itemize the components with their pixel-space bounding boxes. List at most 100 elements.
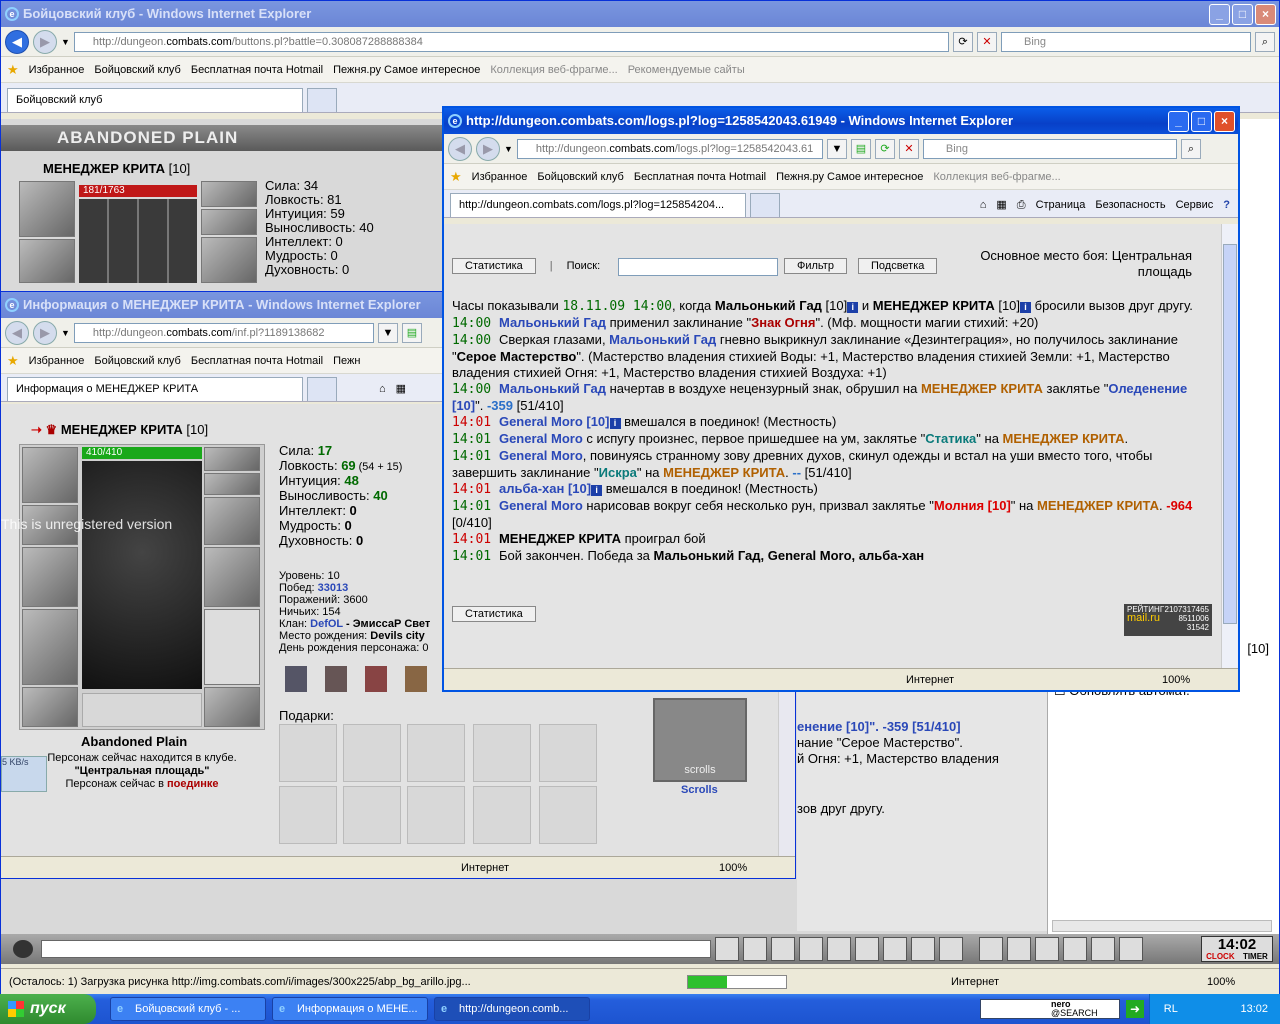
refresh-button[interactable]: ⟳ <box>953 31 973 52</box>
boots-slot[interactable] <box>204 687 260 727</box>
search-box[interactable]: Bing <box>1001 31 1251 52</box>
compat-view-icon[interactable]: ▤ <box>401 322 422 343</box>
home-icon[interactable]: ⌂ <box>379 377 386 401</box>
chat-clear-icon[interactable] <box>743 937 767 961</box>
new-tab-button[interactable] <box>307 88 337 112</box>
back-button[interactable]: ◀ <box>448 136 472 161</box>
new-tab-button[interactable] <box>750 193 780 217</box>
gift-item[interactable] <box>279 786 337 844</box>
scroll-thumb[interactable] <box>1223 244 1237 624</box>
player-name[interactable]: альба-хан [10] <box>499 481 591 496</box>
back-button[interactable]: ◀ <box>5 29 29 54</box>
back-button[interactable]: ◀ <box>5 320 29 345</box>
task-fight-club[interactable]: Бойцовский клуб - ... <box>110 997 266 1021</box>
stop-button[interactable]: ✕ <box>898 138 919 159</box>
address-dropdown-icon[interactable]: ▼ <box>826 138 847 159</box>
safety-menu[interactable]: Безопасность <box>1095 193 1165 217</box>
fav-link[interactable]: Бесплатная почта Hotmail <box>191 64 323 76</box>
compat-view-icon[interactable]: ▤ <box>850 138 871 159</box>
gift-item[interactable] <box>343 724 401 782</box>
chat-emoticon-icon[interactable] <box>911 937 935 961</box>
player-name[interactable]: General Moro <box>499 431 583 446</box>
tab-char-info[interactable]: Информация о МЕНЕДЖЕР КРИТА <box>7 377 303 401</box>
address-bar[interactable]: http://dungeon.combats.com/logs.pl?log=1… <box>516 138 823 159</box>
start-button[interactable]: пуск <box>0 994 96 1024</box>
belt-slot[interactable] <box>22 687 78 727</box>
badge-icon[interactable] <box>285 666 307 692</box>
fav-link[interactable]: Бойцовский клуб <box>94 64 180 76</box>
earrings-slot[interactable] <box>201 181 257 207</box>
address-dropdown-icon[interactable]: ▼ <box>377 322 398 343</box>
history-dropdown-icon[interactable]: ▼ <box>504 144 513 154</box>
main-window-titlebar[interactable]: e Бойцовский клуб - Windows Internet Exp… <box>1 1 1279 27</box>
new-tab-button[interactable] <box>307 377 337 401</box>
tab-fight-club[interactable]: Бойцовский клуб <box>7 88 303 112</box>
zoom-level[interactable]: 100% <box>1162 669 1190 690</box>
stats-button-bottom[interactable]: Статистика <box>452 606 536 622</box>
rings-slot[interactable] <box>201 237 257 283</box>
necklace-slot[interactable] <box>204 473 260 495</box>
tab-battle-log[interactable]: http://dungeon.combats.com/logs.pl?log=1… <box>450 193 746 217</box>
gift-item[interactable] <box>407 786 465 844</box>
char-name[interactable]: МЕНЕДЖЕР КРИТА <box>43 161 165 176</box>
fav-link[interactable]: Бесплатная почта Hotmail <box>634 171 766 183</box>
rings-slot[interactable] <box>204 497 260 545</box>
forward-button[interactable]: ▶ <box>476 136 500 161</box>
minimize-button[interactable]: _ <box>1168 111 1189 132</box>
task-char-info[interactable]: Информация о МЕНЕ... <box>272 997 428 1021</box>
gift-item[interactable] <box>407 724 465 782</box>
print-icon[interactable]: ⎙ <box>1017 193 1026 217</box>
chat-party-icon[interactable] <box>1063 937 1087 961</box>
search-icon[interactable]: ⌕ <box>1255 31 1275 52</box>
shield-slot[interactable] <box>204 547 260 607</box>
clan-link[interactable]: DefOL <box>310 618 343 630</box>
help-icon[interactable]: ? <box>1223 193 1230 217</box>
gift-item[interactable] <box>473 786 531 844</box>
nero-search-box[interactable]: nero @SEARCH <box>980 999 1120 1019</box>
tools-menu[interactable]: Сервис <box>1176 193 1214 217</box>
player-name[interactable]: General Moro <box>499 448 583 463</box>
pants-slot[interactable] <box>204 609 260 685</box>
history-dropdown-icon[interactable]: ▼ <box>61 328 70 338</box>
chat-exit-icon[interactable] <box>1119 937 1143 961</box>
fav-link[interactable]: Пежня.ру Самое интересное <box>333 64 480 76</box>
fav-link[interactable]: Коллекция веб-фрагме... <box>490 64 617 76</box>
language-indicator[interactable]: RL <box>1164 1003 1178 1015</box>
chat-save-icon[interactable] <box>799 937 823 961</box>
log-search-input[interactable] <box>618 258 778 276</box>
highlight-button[interactable]: Подсветка <box>858 258 938 274</box>
player-name[interactable]: Мальонький Гад <box>499 381 606 396</box>
minimize-button[interactable]: _ <box>1209 4 1230 25</box>
player-name[interactable]: Мальонький Гад <box>499 315 606 330</box>
address-bar[interactable]: http://dungeon.combats.com/buttons.pl?ba… <box>73 31 949 52</box>
info-icon[interactable]: i <box>591 485 603 496</box>
favorites-star-icon[interactable]: ★ <box>7 62 19 78</box>
chat-send-icon[interactable] <box>715 937 739 961</box>
close-button[interactable]: × <box>1214 111 1235 132</box>
stop-button[interactable]: ✕ <box>977 31 997 52</box>
favorites-button[interactable]: Избранное <box>29 355 85 367</box>
forward-button[interactable]: ▶ <box>33 320 57 345</box>
favorites-star-icon[interactable]: ★ <box>450 169 462 185</box>
chat-inventory-icon[interactable] <box>979 937 1003 961</box>
rating-counter[interactable]: РЕЙТИНГ 2107317465 mail.ru 8511006 31542 <box>1124 604 1212 636</box>
favorites-button[interactable]: Избранное <box>29 64 85 76</box>
zoom-level[interactable]: 100% <box>1207 969 1235 994</box>
scrolls-label[interactable]: Scrolls <box>681 784 718 796</box>
chat-smiley-icon[interactable] <box>13 940 33 958</box>
fav-link[interactable]: Бойцовский клуб <box>94 355 180 367</box>
badge-icon[interactable] <box>325 666 347 692</box>
fav-link[interactable]: Рекомендуемые сайты <box>628 64 745 76</box>
armor-slot[interactable] <box>22 609 78 685</box>
page-menu[interactable]: Страница <box>1036 193 1086 217</box>
battle-link[interactable]: поединке <box>167 778 219 790</box>
gift-item[interactable] <box>539 786 597 844</box>
chat-settings-icon[interactable] <box>939 937 963 961</box>
chat-flag-icon[interactable] <box>1091 937 1115 961</box>
address-bar[interactable]: http://dungeon.combats.com/inf.pl?118913… <box>73 322 374 343</box>
feeds-icon[interactable]: ▦ <box>996 193 1006 217</box>
maximize-button[interactable]: □ <box>1232 4 1253 25</box>
chat-fight-icon[interactable] <box>827 937 851 961</box>
feeds-icon[interactable]: ▦ <box>396 377 406 401</box>
badge-icon[interactable] <box>365 666 387 692</box>
